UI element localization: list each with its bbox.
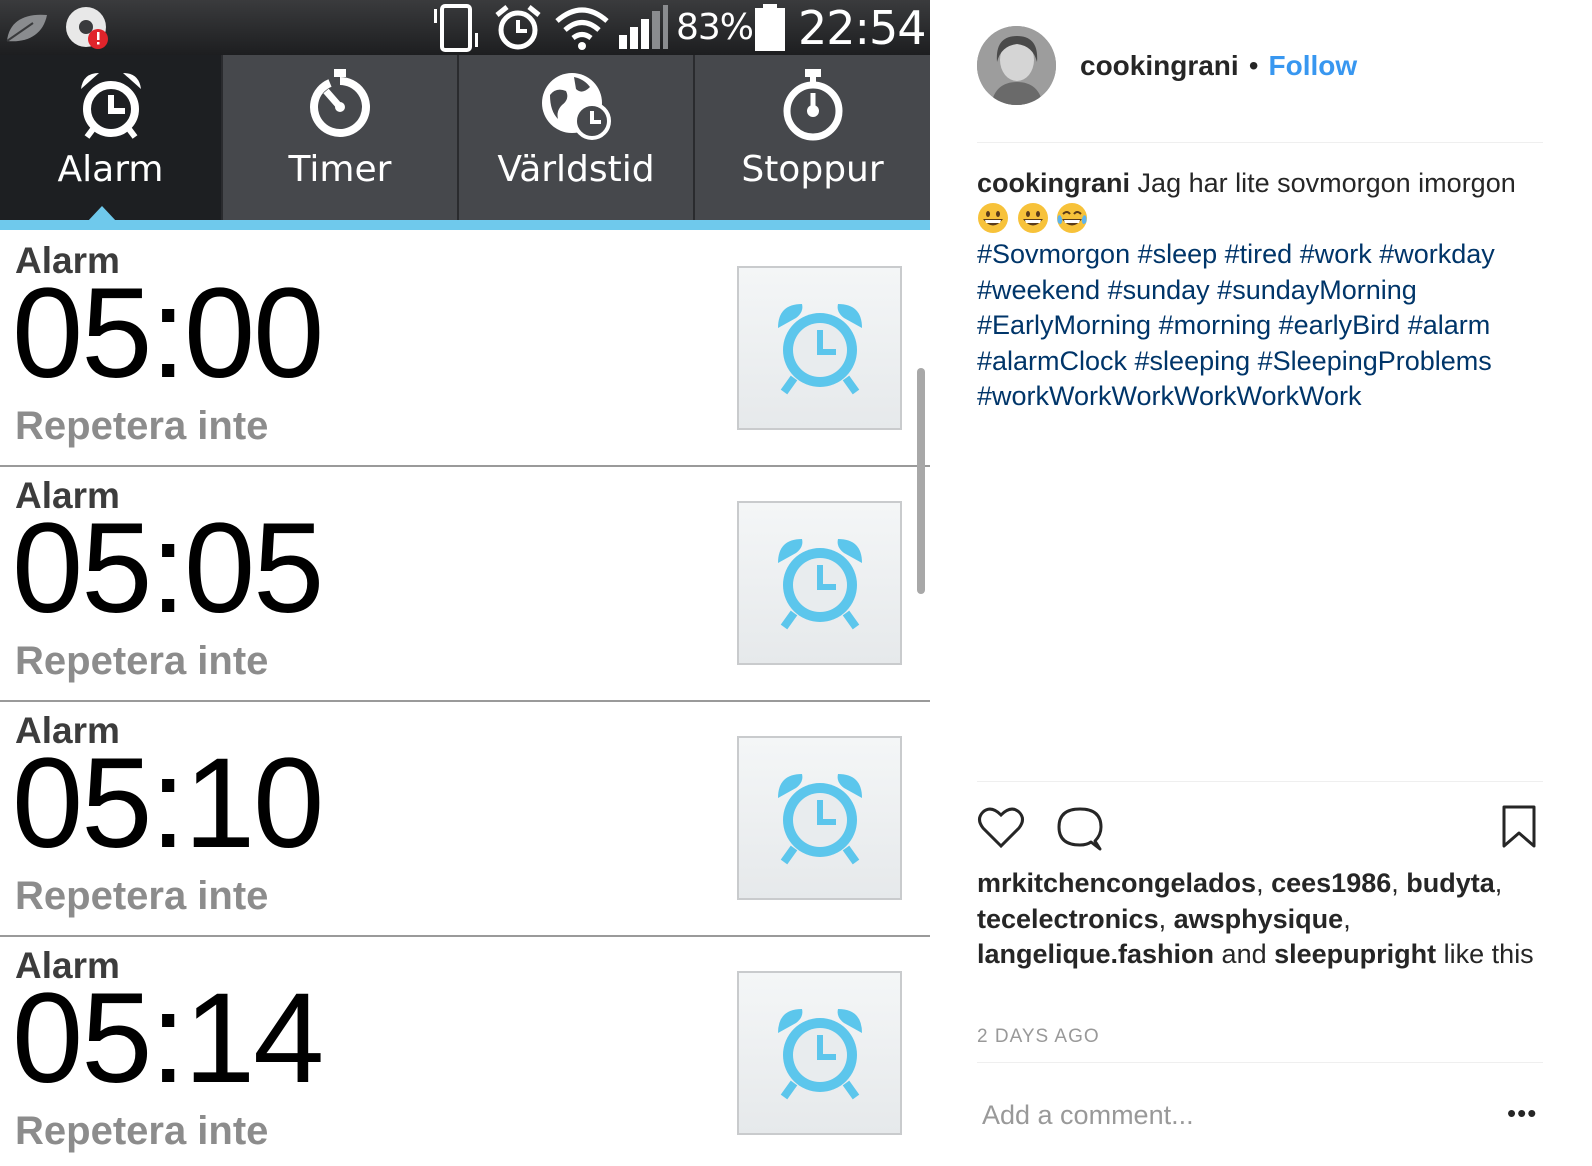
post-header: cookingrani • Follow (1080, 46, 1357, 86)
alarm-toggle-button[interactable] (737, 971, 902, 1135)
alarm-row[interactable]: Alarm 05:05 Repetera inte (0, 467, 930, 702)
tab-world-clock-label: Världstid (497, 149, 655, 190)
tab-selection-indicator (0, 220, 930, 230)
alarm-clock-icon (777, 774, 862, 865)
username-link[interactable]: cookingrani (1080, 50, 1239, 82)
post-actions (977, 805, 1543, 851)
comma: , (1256, 868, 1264, 898)
liker-username[interactable]: awsphysique (1174, 904, 1344, 934)
alarm-row[interactable]: Alarm 05:00 Repetera inte (0, 232, 930, 467)
tab-alarm[interactable]: Alarm (0, 55, 221, 222)
and-text: and (1221, 939, 1267, 969)
grinning-face-emoji-icon (1017, 202, 1049, 234)
alarm-time: 05:14 (12, 967, 324, 1110)
status-bar: 83% 22:54 (0, 0, 930, 55)
alarm-repeat-text: Repetera inte (15, 1109, 269, 1153)
comment-input[interactable]: Add a comment... (982, 1100, 1194, 1131)
divider (977, 781, 1543, 782)
liker-username[interactable]: tecelectronics (977, 904, 1159, 934)
liker-username[interactable]: budyta (1406, 868, 1495, 898)
alarm-clock-icon (777, 1009, 862, 1100)
liker-username[interactable]: mrkitchencongelados (977, 868, 1256, 898)
heart-icon[interactable] (977, 805, 1025, 854)
liker-username[interactable]: cees1986 (1271, 868, 1391, 898)
comma: , (1391, 868, 1399, 898)
alarm-status-icon (492, 0, 544, 55)
alarm-time: 05:10 (12, 732, 324, 875)
alarm-time: 05:00 (12, 262, 324, 405)
divider (977, 142, 1543, 143)
comma: , (1343, 903, 1351, 934)
selected-tab-caret (87, 206, 117, 222)
follow-button[interactable]: Follow (1269, 50, 1358, 82)
tab-timer-label: Timer (288, 149, 392, 190)
battery-percent: 83% (676, 7, 754, 48)
timer-icon (310, 69, 370, 137)
wifi-icon (552, 0, 612, 55)
caption-text: Jag har lite sovmorgon imorgon (1137, 168, 1516, 198)
instagram-post-panel: cookingrani • Follow cookingrani Jag har… (930, 0, 1592, 1166)
alarm-toggle-button[interactable] (737, 266, 902, 430)
comma: , (1158, 903, 1167, 934)
post-date[interactable]: 2 DAYS AGO (977, 1026, 1100, 1048)
tab-world-clock[interactable]: Världstid (459, 55, 693, 222)
tab-divider (221, 55, 223, 222)
grinning-face-emoji-icon (977, 202, 1009, 234)
liker-username[interactable]: sleepupright (1274, 939, 1436, 969)
comment-icon[interactable] (1057, 805, 1103, 856)
alarm-clock-icon (777, 539, 862, 630)
stopwatch-icon (783, 69, 842, 141)
notification-icon (62, 0, 112, 55)
alarm-list-scrollbar[interactable] (917, 368, 925, 594)
clock-tab-bar: Alarm Timer Världstid Stoppur (0, 55, 930, 222)
separator-dot: • (1248, 50, 1259, 81)
tab-alarm-label: Alarm (57, 149, 164, 190)
alarm-repeat-text: Repetera inte (15, 404, 269, 448)
alarm-clock-icon (777, 304, 862, 395)
alarm-time: 05:05 (12, 497, 324, 640)
alarm-app-screenshot: 83% 22:54 Alarm Timer Världstid Stoppur … (0, 0, 930, 1166)
tab-divider (457, 55, 459, 222)
likes-summary: mrkitchencongelados, cees1986, budyta, t… (977, 866, 1537, 973)
battery-icon (752, 0, 788, 55)
alarm-row[interactable]: Alarm 05:10 Repetera inte (0, 702, 930, 937)
tab-timer[interactable]: Timer (223, 55, 457, 222)
liker-username[interactable]: langelique.fashion (977, 939, 1214, 969)
tab-divider (693, 55, 695, 222)
world-clock-icon (542, 73, 611, 140)
status-time: 22:54 (798, 0, 927, 55)
tab-stopwatch-label: Stoppur (741, 149, 884, 190)
caption-hashtags[interactable]: #Sovmorgon #sleep #tired #work #workday … (977, 239, 1495, 411)
alarm-clock-icon (80, 73, 141, 139)
alarm-repeat-text: Repetera inte (15, 639, 269, 683)
post-caption: cookingrani Jag har lite sovmorgon imorg… (977, 166, 1547, 415)
caption-username[interactable]: cookingrani (977, 168, 1130, 198)
tab-stopwatch[interactable]: Stoppur (695, 55, 930, 222)
alarm-toggle-button[interactable] (737, 501, 902, 665)
tears-of-joy-emoji-icon (1056, 202, 1088, 234)
leaf-icon (0, 0, 52, 55)
divider (977, 1062, 1543, 1063)
alarm-repeat-text: Repetera inte (15, 874, 269, 918)
vibrate-icon (428, 0, 484, 55)
likes-suffix: like this (1443, 939, 1534, 969)
avatar[interactable] (977, 26, 1056, 105)
alarm-row[interactable]: Alarm 05:14 Repetera inte (0, 937, 930, 1166)
more-options-button[interactable]: ••• (1507, 1098, 1537, 1129)
comma: , (1494, 868, 1503, 898)
alarm-toggle-button[interactable] (737, 736, 902, 900)
bookmark-icon[interactable] (1501, 805, 1537, 854)
signal-icon (616, 0, 670, 55)
